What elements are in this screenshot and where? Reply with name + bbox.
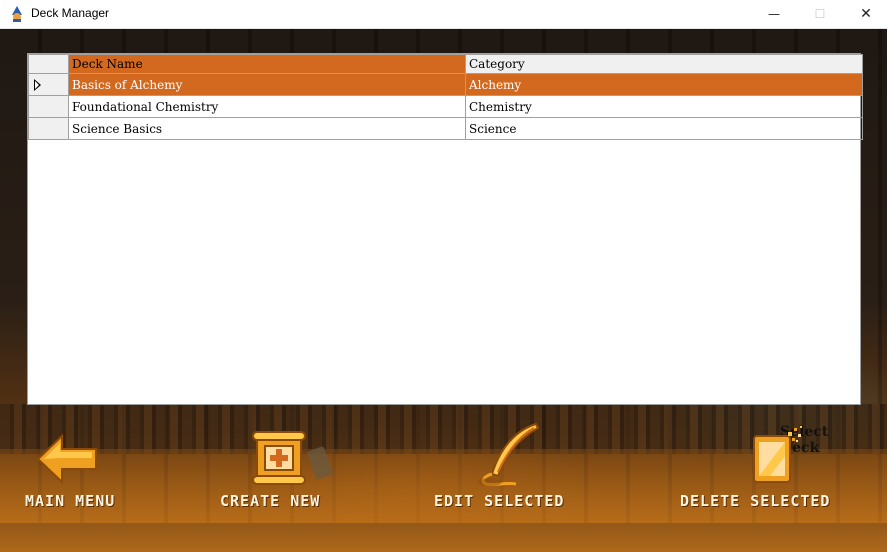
grid-header-row: Deck Name Category (28, 54, 863, 74)
category-cell[interactable]: Science (465, 117, 863, 140)
table-row[interactable]: Foundational Chemistry Chemistry (28, 95, 863, 118)
delete-selected-button[interactable]: DELETE SELECTED (676, 420, 866, 520)
deck-grid-panel: Deck Name Category Basics of Alchemy Alc… (27, 53, 863, 456)
category-cell[interactable]: Chemistry (465, 95, 863, 118)
deck-grid: Deck Name Category Basics of Alchemy Alc… (28, 54, 863, 140)
main-menu-label: MAIN MENU (25, 492, 116, 510)
table-row[interactable]: Science Basics Science (28, 117, 863, 140)
back-arrow-icon (38, 434, 97, 484)
close-button[interactable]: ✕ (843, 0, 887, 28)
current-row-arrow-icon (34, 79, 41, 91)
row-header-cell[interactable] (28, 73, 69, 96)
quill-icon (478, 422, 540, 487)
deck-name-cell[interactable]: Foundational Chemistry (68, 95, 466, 118)
category-cell[interactable]: Alchemy (465, 73, 863, 96)
create-new-label: CREATE NEW (220, 492, 321, 510)
edit-selected-label: EDIT SELECTED (434, 492, 565, 510)
deck-name-cell[interactable]: Basics of Alchemy (68, 73, 466, 96)
edit-selected-button[interactable]: EDIT SELECTED (428, 420, 593, 520)
grid-corner-cell (28, 54, 69, 74)
wizard-app-icon (12, 6, 22, 22)
row-header-cell[interactable] (28, 95, 69, 118)
column-header-deck-name[interactable]: Deck Name (68, 54, 466, 74)
row-header-cell[interactable] (28, 117, 69, 140)
delete-selected-label: DELETE SELECTED (680, 492, 831, 510)
title-bar: Deck Manager — ☐ ✕ (0, 0, 887, 29)
window-title: Deck Manager (31, 6, 110, 20)
main-menu-button[interactable]: MAIN MENU (20, 420, 140, 520)
deck-name-cell[interactable]: Science Basics (68, 117, 466, 140)
scroll-plus-icon (252, 431, 333, 485)
column-header-category[interactable]: Category (465, 54, 863, 74)
disintegrating-card-icon (753, 426, 802, 483)
maximize-button[interactable]: ☐ (797, 0, 843, 28)
create-new-button[interactable]: CREATE NEW (215, 420, 350, 520)
minimize-button[interactable]: — (751, 0, 797, 28)
table-row[interactable]: Basics of Alchemy Alchemy (28, 73, 863, 96)
